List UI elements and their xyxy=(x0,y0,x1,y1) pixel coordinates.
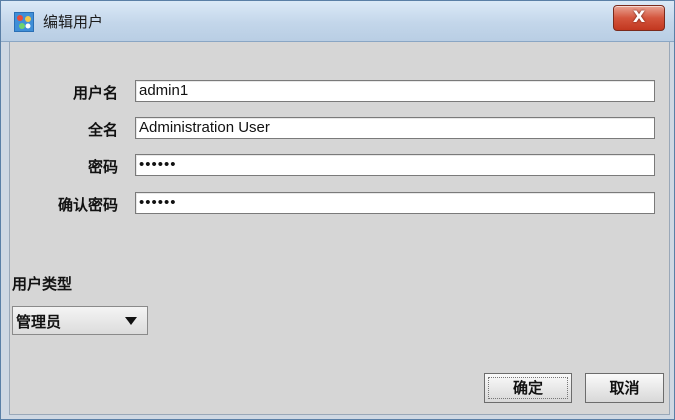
password-field[interactable]: •••••• xyxy=(135,154,655,176)
user-app-icon xyxy=(14,12,34,32)
username-field[interactable]: admin1 xyxy=(135,80,655,102)
user-type-selected: 管理员 xyxy=(16,313,62,331)
cancel-button[interactable]: 取消 xyxy=(585,373,664,403)
edit-user-dialog: 编辑用户 X 用户名 admin1 全名 Administration User… xyxy=(0,0,675,420)
close-button[interactable]: X xyxy=(613,5,665,31)
user-type-label: 用户类型 xyxy=(12,275,73,293)
ok-button[interactable]: 确定 xyxy=(484,373,572,403)
fullname-label: 全名 xyxy=(87,121,118,139)
fullname-field[interactable]: Administration User xyxy=(135,117,655,139)
confirm-password-label: 确认密码 xyxy=(57,196,118,214)
title-bar[interactable]: 编辑用户 X xyxy=(1,1,674,42)
dialog-content: 用户名 admin1 全名 Administration User 密码 •••… xyxy=(9,42,670,415)
user-type-dropdown[interactable]: 管理员 xyxy=(12,306,148,335)
window-title: 编辑用户 xyxy=(43,13,104,31)
close-icon: X xyxy=(632,7,646,26)
password-label: 密码 xyxy=(87,158,118,176)
username-label: 用户名 xyxy=(72,84,118,102)
chevron-down-icon xyxy=(125,317,137,325)
confirm-password-field[interactable]: •••••• xyxy=(135,192,655,214)
